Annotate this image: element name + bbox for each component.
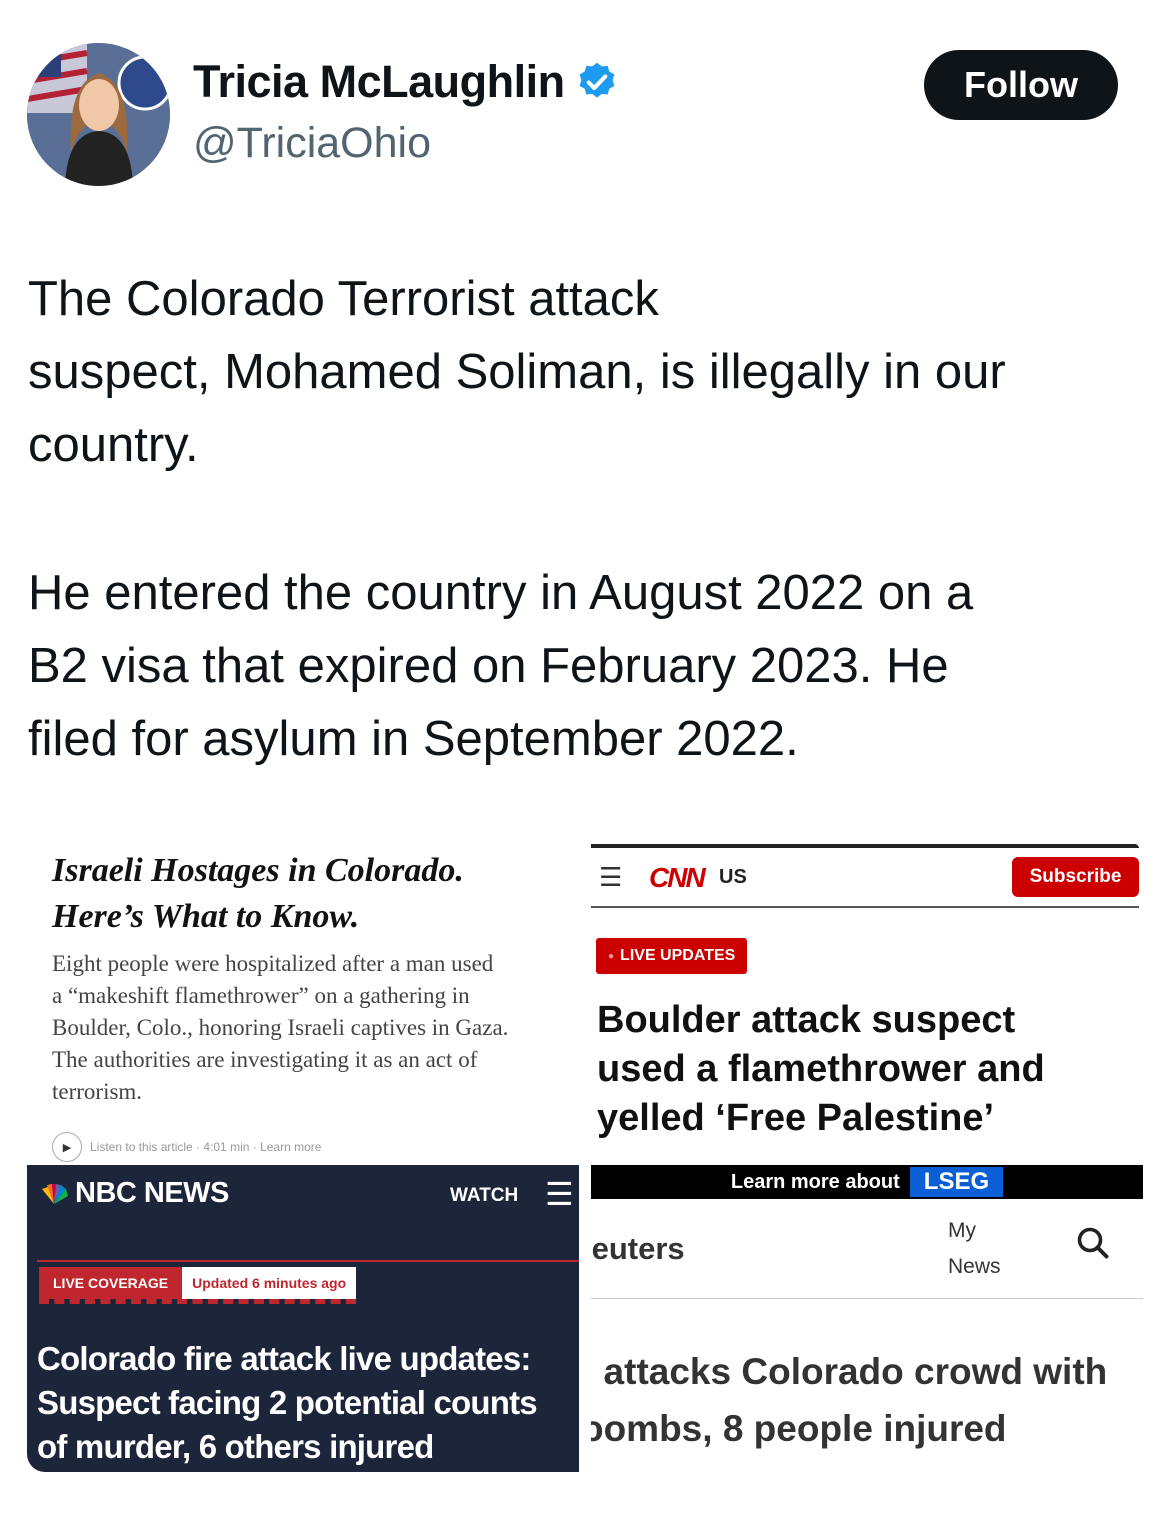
reuters-headline-line: ı attacks Colorado crowd with xyxy=(591,1351,1108,1392)
cnn-headline: Boulder attack suspect used a flamethrow… xyxy=(597,996,1045,1143)
nyt-audio-row: ▶ Listen to this article · 4:01 min · Le… xyxy=(52,1132,321,1162)
play-icon: ▶ xyxy=(52,1132,82,1162)
nyt-summary-line: a “makeshift flamethrower” on a gatherin… xyxy=(52,983,470,1008)
nbc-headline-line: Colorado fire attack live updates: xyxy=(37,1340,531,1377)
tweet-text-line: B2 visa that expired on February 2023. H… xyxy=(28,639,949,693)
reuters-my-news: My News xyxy=(948,1213,1001,1285)
cnn-headline-line: Boulder attack suspect xyxy=(597,999,1016,1041)
author-handle[interactable]: @TriciaOhio xyxy=(193,119,431,168)
nyt-screenshot: Israeli Hostages in Colorado. Here’s Wha… xyxy=(27,840,583,1165)
nyt-headline-line: Here’s What to Know. xyxy=(52,898,360,935)
reuters-headline-line: ɔombs, 8 people injured xyxy=(591,1408,1007,1449)
nyt-headline-line: Israeli Hostages in Colorado. xyxy=(52,852,464,889)
tweet-text-line: filed for asylum in September 2022. xyxy=(28,712,799,766)
cnn-divider xyxy=(591,906,1139,908)
nyt-summary-line: Eight people were hospitalized after a m… xyxy=(52,951,494,976)
reuters-ad-banner: Learn more about LSEG xyxy=(591,1165,1143,1199)
reuters-divider xyxy=(591,1298,1143,1299)
tweet-media-image[interactable]: Israeli Hostages in Colorado. Here’s Wha… xyxy=(27,840,1143,1472)
tweet-text-line: He entered the country in August 2022 on… xyxy=(28,566,974,620)
cnn-headline-line: yelled ‘Free Palestine’ xyxy=(597,1097,995,1139)
nbc-live-badge: LIVE COVERAGE xyxy=(39,1267,183,1299)
nbc-logo: NBC NEWS xyxy=(39,1177,229,1210)
nyt-audio-label: Listen to this article · 4:01 min · Lear… xyxy=(90,1140,322,1154)
hamburger-menu-icon: ☰ xyxy=(545,1176,574,1212)
nbc-screenshot: NBC NEWS WATCH ☰ LIVE COVERAGE Updated 6… xyxy=(27,1165,579,1472)
follow-button[interactable]: Follow xyxy=(924,50,1118,120)
nbc-live-badges: LIVE COVERAGE Updated 6 minutes ago xyxy=(39,1267,357,1304)
reuters-my-news-line: My xyxy=(948,1219,976,1242)
nbc-watch-link: WATCH xyxy=(450,1185,519,1206)
peacock-icon xyxy=(42,1183,68,1204)
reuters-banner-text: Learn more about xyxy=(730,1170,900,1193)
tweet-text-line: The Colorado Terrorist attack xyxy=(28,272,659,326)
tweet-text-line: country. xyxy=(28,418,199,472)
cnn-headline-line: used a flamethrower and xyxy=(597,1048,1045,1090)
nyt-summary-line: The authorities are investigating it as … xyxy=(52,1047,478,1072)
lseg-logo: LSEG xyxy=(909,1167,1004,1197)
author-name[interactable]: Tricia McLaughlin xyxy=(193,56,619,108)
reuters-headline: ı attacks Colorado crowd with ɔombs, 8 p… xyxy=(591,1343,1107,1457)
nbc-headline: Colorado fire attack live updates: Suspe… xyxy=(37,1337,538,1469)
verified-badge-icon xyxy=(579,62,614,98)
nyt-summary: Eight people were hospitalized after a m… xyxy=(52,948,562,1108)
nbc-headline-line: of murder, 6 others injured xyxy=(37,1428,434,1465)
nyt-summary-line: Boulder, Colo., honoring Israeli captive… xyxy=(52,1015,509,1040)
nbc-logo-text: NBC NEWS xyxy=(75,1177,229,1209)
live-dot-icon: ● xyxy=(608,950,615,962)
nbc-updated-badge: Updated 6 minutes ago xyxy=(182,1267,357,1299)
reuters-screenshot: Learn more about LSEG leuters My News ı … xyxy=(591,1165,1143,1472)
author-name-text: Tricia McLaughlin xyxy=(193,56,565,107)
cnn-live-badge: ● LIVE UPDATES xyxy=(596,938,748,974)
nyt-summary-line: terrorism. xyxy=(52,1079,143,1104)
nbc-headline-line: Suspect facing 2 potential counts xyxy=(37,1384,538,1421)
reuters-my-news-line: News xyxy=(948,1255,1001,1278)
search-icon xyxy=(1077,1227,1109,1259)
cnn-live-label: LIVE UPDATES xyxy=(620,947,736,964)
hamburger-menu-icon: ☰ xyxy=(599,862,623,892)
cnn-top-bar xyxy=(591,844,1139,848)
tweet-text-line: suspect, Mohamed Soliman, is illegally i… xyxy=(28,345,1006,399)
author-avatar[interactable] xyxy=(27,43,170,186)
nbc-divider xyxy=(37,1260,579,1262)
avatar-photo xyxy=(27,43,170,186)
cnn-logo: CNN xyxy=(649,862,706,893)
cnn-subscribe-button: Subscribe xyxy=(1012,857,1139,897)
reuters-logo: leuters xyxy=(591,1231,685,1266)
nyt-headline: Israeli Hostages in Colorado. Here’s Wha… xyxy=(52,848,464,940)
cnn-edition: US xyxy=(719,866,747,888)
cnn-screenshot: ☰ CNN US Subscribe ● LIVE UPDATES Boulde… xyxy=(591,840,1143,1165)
